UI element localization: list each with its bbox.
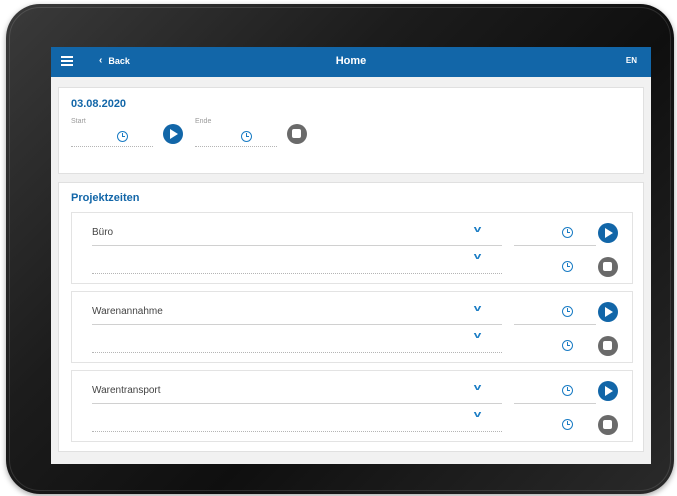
- chevron-down-icon[interactable]: v: [474, 382, 482, 392]
- start-clock-icon[interactable]: [562, 227, 573, 238]
- section-title: Projektzeiten: [71, 192, 140, 204]
- chevron-left-icon: ‹: [99, 55, 103, 66]
- activity-select[interactable]: [92, 273, 502, 274]
- project-row: Büro v v: [71, 212, 633, 284]
- start-play-button[interactable]: [598, 381, 618, 401]
- project-name: Büro: [92, 227, 114, 238]
- project-name: Warentransport: [92, 385, 161, 396]
- back-label: Back: [108, 55, 130, 66]
- project-select[interactable]: [92, 324, 502, 325]
- start-play-button[interactable]: [598, 223, 618, 243]
- chevron-down-icon[interactable]: v: [474, 251, 482, 261]
- project-row: Warenannahme v v: [71, 291, 633, 363]
- project-select[interactable]: [92, 245, 502, 246]
- end-clock-icon[interactable]: [241, 131, 252, 142]
- start-play-button[interactable]: [163, 124, 183, 144]
- stop-button[interactable]: [598, 415, 618, 435]
- start-time-field[interactable]: [514, 324, 596, 325]
- start-play-button[interactable]: [598, 302, 618, 322]
- project-select[interactable]: [92, 403, 502, 404]
- hamburger-menu-icon[interactable]: [61, 56, 73, 66]
- start-time-field[interactable]: [514, 245, 596, 246]
- page-title: Home: [335, 55, 367, 67]
- app-bar: ‹ Back Home EN: [51, 47, 651, 77]
- start-time-field[interactable]: [71, 146, 153, 147]
- language-switch[interactable]: EN: [626, 56, 637, 65]
- end-stop-button[interactable]: [287, 124, 307, 144]
- start-time-field[interactable]: [514, 403, 596, 404]
- tablet-frame: ‹ Back Home EN 03.08.2020 Start Ende Pro…: [6, 4, 674, 494]
- back-button[interactable]: ‹ Back: [99, 55, 130, 66]
- app-screen: ‹ Back Home EN 03.08.2020 Start Ende Pro…: [51, 47, 651, 464]
- end-label: Ende: [195, 118, 212, 125]
- chevron-down-icon[interactable]: v: [474, 224, 482, 234]
- chevron-down-icon[interactable]: v: [474, 330, 482, 340]
- project-row: Warentransport v v: [71, 370, 633, 442]
- project-times-card: Projektzeiten Büro v v Warenannahme v v: [58, 182, 644, 452]
- activity-select[interactable]: [92, 431, 502, 432]
- stop-button[interactable]: [598, 257, 618, 277]
- chevron-down-icon[interactable]: v: [474, 303, 482, 313]
- start-clock-icon[interactable]: [562, 385, 573, 396]
- chevron-down-icon[interactable]: v: [474, 409, 482, 419]
- end-clock-icon[interactable]: [562, 261, 573, 272]
- activity-select[interactable]: [92, 352, 502, 353]
- time-tracking-card: 03.08.2020 Start Ende: [58, 87, 644, 174]
- start-label: Start: [71, 118, 86, 125]
- start-clock-icon[interactable]: [562, 306, 573, 317]
- end-clock-icon[interactable]: [562, 340, 573, 351]
- end-time-field[interactable]: [195, 146, 277, 147]
- start-clock-icon[interactable]: [117, 131, 128, 142]
- end-clock-icon[interactable]: [562, 419, 573, 430]
- stop-button[interactable]: [598, 336, 618, 356]
- project-name: Warenannahme: [92, 306, 163, 317]
- current-date: 03.08.2020: [71, 98, 127, 110]
